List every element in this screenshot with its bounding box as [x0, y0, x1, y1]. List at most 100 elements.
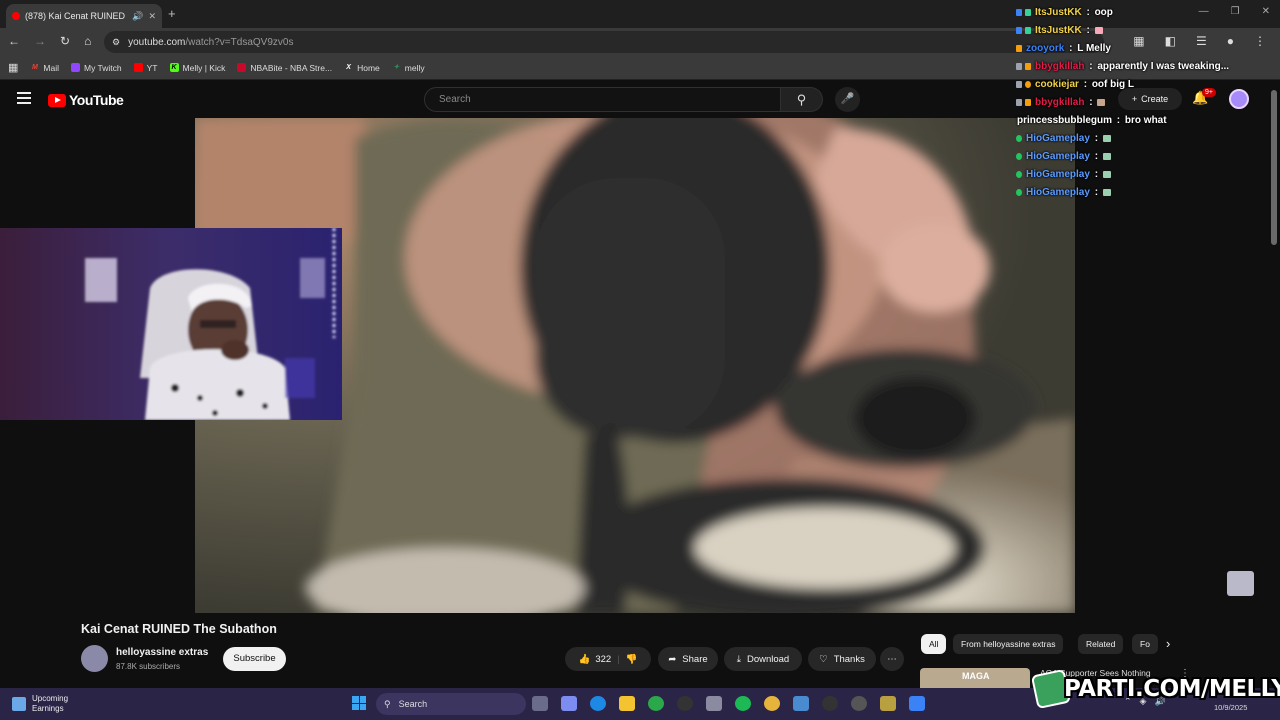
- chat-message: HioGameplay :: [1016, 129, 1256, 147]
- start-button[interactable]: [352, 696, 366, 710]
- media-player-icon[interactable]: [822, 696, 838, 711]
- speaker-icon[interactable]: 🔊: [132, 11, 143, 22]
- kick-icon: K: [169, 63, 179, 72]
- search-icon: ⚲: [384, 698, 391, 709]
- back-icon[interactable]: ←: [8, 34, 20, 48]
- close-window-icon[interactable]: ✕: [1262, 6, 1270, 17]
- chat-username: bbygkillah: [1035, 60, 1085, 72]
- close-tab-icon[interactable]: ✕: [148, 11, 156, 22]
- badge-icon: [1025, 26, 1031, 34]
- like-button[interactable]: 👍 322: [578, 654, 611, 665]
- bookmark-my-twitch[interactable]: My Twitch: [71, 63, 122, 73]
- nav-buttons: ← → ↻ ⌂: [8, 34, 91, 48]
- emote-icon: [1094, 26, 1103, 34]
- bookmark-nbabite[interactable]: NBABite - NBA Stre...: [237, 63, 332, 73]
- chat-message: ItsJustKK :: [1016, 21, 1256, 39]
- tab-title: (878) Kai Cenat RUINED The S: [25, 11, 127, 21]
- widget-title: Upcoming: [32, 694, 69, 703]
- edge-icon[interactable]: [590, 696, 606, 711]
- chat-message: zooyork : L Melly: [1016, 39, 1256, 57]
- roblox-icon[interactable]: [909, 696, 925, 711]
- store-icon[interactable]: [706, 696, 722, 711]
- thumbs-down-icon[interactable]: 👎: [626, 654, 638, 665]
- hamburger-menu-icon[interactable]: [17, 92, 31, 107]
- badge-icon: [1025, 98, 1031, 106]
- channel-name[interactable]: helloyassine extras: [116, 647, 208, 658]
- bookmark-yt[interactable]: YT: [133, 63, 158, 73]
- file-explorer-icon[interactable]: [619, 696, 635, 711]
- chat-username: princessbubblegum: [1017, 114, 1113, 126]
- chat-text: L Melly: [1077, 42, 1111, 54]
- chrome-icon[interactable]: [764, 696, 780, 711]
- chip-from-channel[interactable]: From helloyassine extras: [953, 634, 1064, 654]
- thanks-button[interactable]: ♡ Thanks: [808, 647, 876, 671]
- emote-icon: [1102, 170, 1111, 178]
- chip-all[interactable]: All: [921, 634, 947, 654]
- gmail-icon: M: [31, 64, 38, 71]
- x-icon: X: [346, 64, 351, 71]
- xbox-icon[interactable]: [648, 696, 664, 711]
- chat-separator: :: [1086, 96, 1096, 108]
- search-input[interactable]: Search: [424, 87, 781, 112]
- more-horiz-icon: ⋯: [887, 653, 897, 665]
- badge-icon: [1016, 170, 1022, 178]
- apps-grid-icon[interactable]: ▦: [8, 61, 18, 74]
- chat-text: bro what: [1124, 114, 1167, 126]
- spotify-icon[interactable]: [735, 696, 751, 711]
- download-icon: ⤓: [736, 653, 741, 665]
- chat-text: apparently I was tweaking...: [1097, 60, 1230, 72]
- chip-for-you[interactable]: Fo: [1132, 634, 1158, 654]
- youtube-play-icon: [48, 93, 66, 107]
- more-actions-button[interactable]: ⋯: [880, 647, 904, 671]
- subscribe-button[interactable]: Subscribe: [223, 647, 286, 671]
- badge-icon: [1016, 62, 1022, 70]
- recommended-thumbnail[interactable]: MAGA: [920, 668, 1030, 690]
- browser-tab[interactable]: (878) Kai Cenat RUINED The S 🔊 ✕: [6, 4, 162, 28]
- chat-username: ItsJustKK: [1035, 24, 1082, 36]
- bookmark-melly-kick[interactable]: K Melly | Kick: [169, 63, 225, 73]
- chat-separator: :: [1080, 78, 1090, 90]
- voice-search-icon[interactable]: 🎤: [835, 87, 860, 112]
- address-bar[interactable]: ⚙ youtube.com/watch?v=TdsaQV9zv0s: [104, 31, 1104, 53]
- search-icon: ⚲: [796, 92, 807, 107]
- widget-subtitle: Earnings: [32, 704, 64, 713]
- chat-message: bbygkillah : apparently I was tweaking..…: [1016, 57, 1256, 75]
- reload-icon[interactable]: ↻: [60, 34, 70, 48]
- forward-icon[interactable]: →: [34, 34, 46, 48]
- site-info-icon[interactable]: ⚙: [112, 37, 120, 48]
- task-view-icon[interactable]: [532, 696, 548, 711]
- chat-username: HioGameplay: [1026, 132, 1090, 144]
- chat-separator: :: [1091, 132, 1101, 144]
- search-button[interactable]: ⚲: [781, 87, 823, 112]
- copilot-icon[interactable]: [561, 696, 577, 711]
- share-button[interactable]: ➦ Share: [658, 647, 718, 671]
- chevron-right-icon[interactable]: ›: [1166, 636, 1170, 651]
- app-icon[interactable]: [880, 696, 896, 711]
- emote-icon: [1097, 98, 1106, 106]
- url-host: youtube.com: [128, 36, 186, 48]
- channel-avatar[interactable]: [81, 645, 108, 672]
- chat-username: bbygkillah: [1035, 96, 1085, 108]
- bookmark-mail[interactable]: M Mail: [30, 63, 59, 73]
- page-scrollbar[interactable]: [1271, 90, 1277, 245]
- photos-icon[interactable]: [793, 696, 809, 711]
- download-button[interactable]: ⤓ Download: [724, 647, 802, 671]
- home-icon[interactable]: ⌂: [84, 34, 91, 48]
- like-dislike-group: 👍 322 | 👎: [565, 647, 651, 671]
- widgets-button[interactable]: Upcoming Earnings: [12, 694, 68, 714]
- chat-username: zooyork: [1026, 42, 1065, 54]
- taskbar-search[interactable]: ⚲ Search: [376, 693, 526, 715]
- chat-message: princessbubblegum : bro what: [1016, 111, 1256, 129]
- app-icon[interactable]: [851, 696, 867, 711]
- chat-username: cookiejar: [1035, 78, 1079, 90]
- new-tab-button[interactable]: +: [168, 6, 176, 21]
- chip-related[interactable]: Related: [1078, 634, 1124, 654]
- chat-username: HioGameplay: [1026, 168, 1090, 180]
- chat-separator: :: [1066, 42, 1076, 54]
- chat-separator: :: [1091, 168, 1101, 180]
- bookmark-melly[interactable]: ✦ melly: [392, 63, 424, 73]
- bookmark-home[interactable]: X Home: [344, 63, 380, 73]
- chat-username: ItsJustKK: [1035, 6, 1082, 18]
- obs-icon[interactable]: [677, 696, 693, 711]
- youtube-logo[interactable]: YouTube: [48, 92, 124, 108]
